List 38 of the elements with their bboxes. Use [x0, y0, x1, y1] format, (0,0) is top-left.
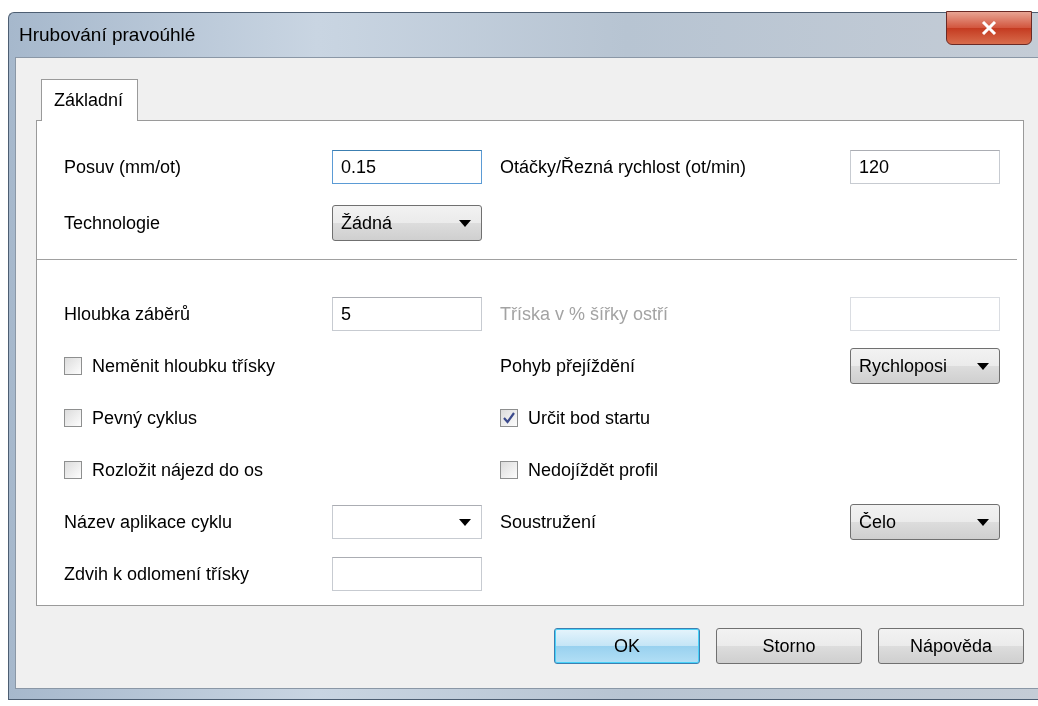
close-button[interactable] — [946, 11, 1032, 45]
checkbox-label: Neměnit hloubku třísky — [92, 355, 276, 377]
field-label: Hloubka záběrů — [64, 303, 192, 325]
dialog-button[interactable]: OK — [554, 628, 700, 664]
checkbox-label: Pevný cyklus — [92, 407, 198, 429]
caret-icon — [977, 362, 989, 370]
checkbox-label: Určit bod startu — [528, 407, 651, 429]
checkbox[interactable] — [500, 409, 518, 427]
dropdown[interactable]: Čelo — [850, 504, 1000, 540]
tab[interactable]: Základní — [41, 79, 139, 121]
dropdown[interactable] — [332, 505, 482, 539]
dropdown[interactable]: Žádná — [332, 205, 482, 241]
dialog-button[interactable]: Storno — [716, 628, 862, 664]
checkbox[interactable] — [500, 461, 518, 479]
field-label: Technologie — [64, 212, 162, 234]
checkbox[interactable] — [64, 461, 82, 479]
field-label: Soustružení — [500, 511, 598, 533]
dialog-button[interactable]: Nápověda — [878, 628, 1024, 664]
checkbox[interactable] — [64, 409, 82, 427]
field-label: Otáčky/Řezná rychlost (ot/min) — [500, 156, 748, 178]
field-label: Zdvih k odlomení třísky — [64, 563, 251, 585]
input-field[interactable]: 120 — [850, 150, 1000, 184]
field-label: Posuv (mm/ot) — [64, 156, 183, 178]
dropdown[interactable]: Rychloposi — [850, 348, 1000, 384]
field-label: Pohyb přejíždění — [500, 355, 637, 377]
checkbox-label: Rozložit nájezd do os — [92, 459, 264, 481]
input-field[interactable] — [332, 557, 482, 591]
checkbox[interactable] — [64, 357, 82, 375]
input-field[interactable]: 0.15 — [332, 150, 482, 184]
caret-icon — [459, 219, 471, 227]
caret-icon — [459, 518, 471, 526]
input-field[interactable]: 5 — [332, 297, 482, 331]
checkbox-label: Nedojíždět profil — [528, 459, 659, 481]
field-label: Název aplikace cyklu — [64, 511, 234, 533]
window-title: Hrubování pravoúhlé — [19, 24, 196, 46]
field-label: Tříska v % šířky ostří — [500, 303, 669, 325]
close-icon — [981, 21, 997, 35]
caret-icon — [977, 518, 989, 526]
